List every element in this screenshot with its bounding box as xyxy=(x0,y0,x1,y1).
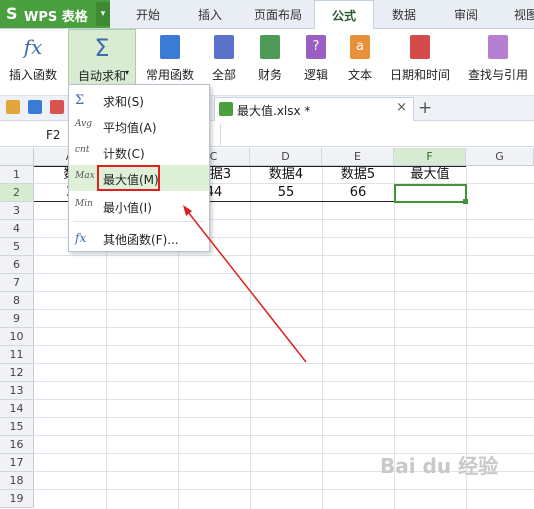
watermark-logo: Bai du 经验 xyxy=(380,454,499,478)
annotation-arrow xyxy=(183,205,307,363)
arrow-line xyxy=(187,211,307,363)
